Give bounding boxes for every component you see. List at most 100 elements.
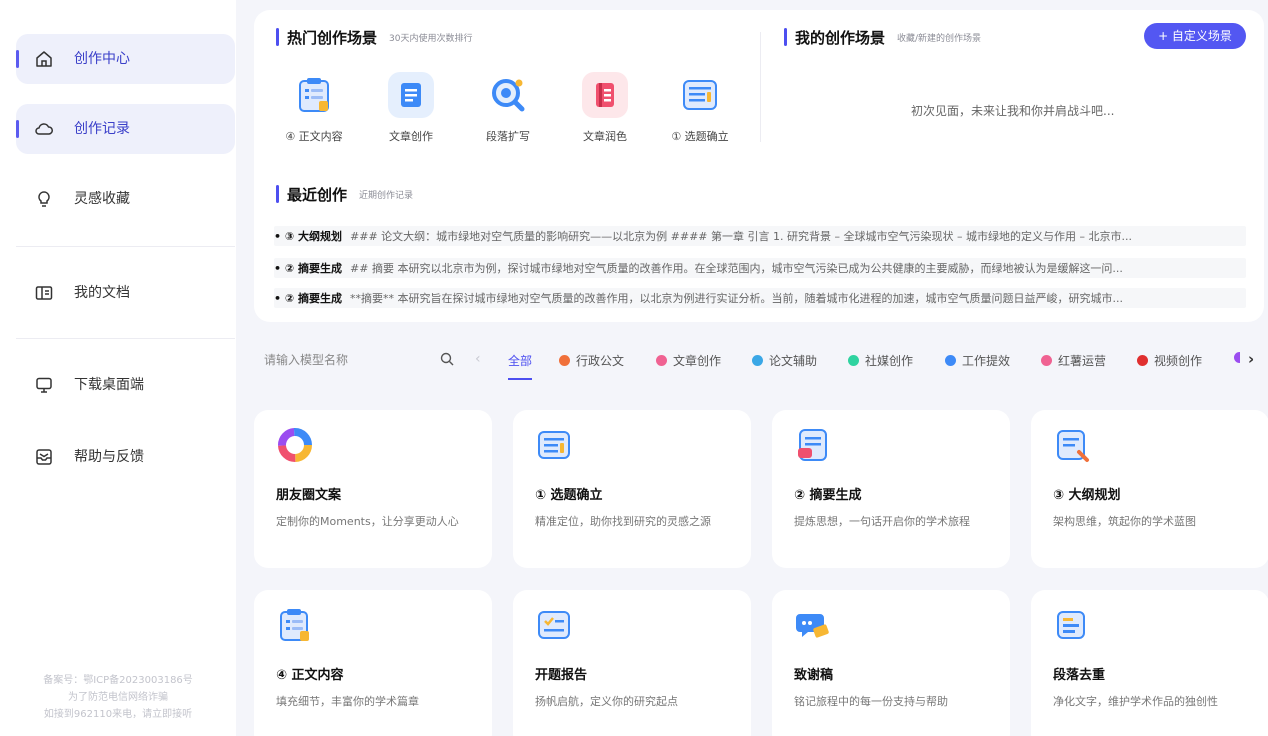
inbox-icon [36, 449, 52, 465]
card-title: ① 选题确立 [535, 488, 603, 503]
recent-item[interactable]: • ③ 大纲规划 ### 论文大纲：城市绿地对空气质量的影响研究——以北京为例 … [274, 226, 1246, 246]
sidebar-item-label: 帮助与反馈 [74, 449, 144, 465]
hot-scene-body-content[interactable]: ④ 正文内容 [274, 72, 354, 144]
hot-scene-label: ① 选题确立 [671, 130, 729, 143]
card-description: 铭记旅程中的每一份支持与帮助 [794, 695, 948, 708]
title-bar [276, 185, 279, 203]
chevron-right-icon[interactable]: › [1248, 350, 1254, 368]
divider [16, 246, 235, 247]
search-placeholder: 请输入模型名称 [264, 352, 349, 367]
outline-icon [1057, 430, 1089, 462]
section-title: 我的创作场景 [795, 28, 886, 47]
top-panel: 热门创作场景 30天内使用次数排行 ④ 正文内容 文章创作 段落扩写 文章润色 … [254, 10, 1264, 322]
hot-scene-paragraph-expand[interactable]: 段落扩写 [468, 72, 548, 144]
category-tab[interactable]: 工作提效 [945, 352, 1010, 369]
category-tab[interactable]: 视频创作 [1137, 352, 1202, 369]
card-title: ③ 大纲规划 [1053, 488, 1121, 503]
recent-tag: • ② 摘要生成 [274, 262, 343, 275]
hot-scene-label: 文章润色 [583, 130, 627, 143]
card-title: 朋友圈文案 [276, 488, 342, 503]
section-title: 热门创作场景 [287, 28, 378, 47]
section-subtitle: 收藏/新建的创作场景 [897, 33, 982, 44]
category-label: 全部 [508, 354, 533, 368]
sidebar-item-inspiration[interactable]: 灵感收藏 [16, 174, 235, 224]
icp-line: 为了防范电信网络诈骗 [68, 692, 168, 703]
recent-tag: • ② 摘要生成 [274, 292, 343, 305]
category-dot [752, 355, 763, 366]
category-dot [559, 355, 570, 366]
recent-text: ### 论文大纲：城市绿地对空气质量的影响研究——以北京为例 #### 第一章 … [350, 230, 1132, 243]
sidebar-item-my-docs[interactable]: 我的文档 [16, 268, 235, 318]
active-indicator [16, 120, 19, 138]
sidebar-item-help-feedback[interactable]: 帮助与反馈 [16, 432, 235, 482]
my-scenes-header: 我的创作场景 收藏/新建的创作场景 [784, 27, 981, 47]
category-label: 行政公文 [576, 354, 625, 368]
monitor-icon [36, 377, 52, 393]
sidebar-item-label: 我的文档 [74, 285, 130, 301]
active-indicator [16, 50, 19, 68]
sidebar-item-label: 创作记录 [74, 121, 130, 137]
document-icon [388, 72, 434, 118]
category-tab[interactable]: 社媒创作 [848, 352, 913, 369]
sidebar-item-download-desktop[interactable]: 下载桌面端 [16, 360, 235, 410]
card-description: 定制你的Moments，让分享更动人心 [276, 515, 459, 528]
scene-card[interactable]: 朋友圈文案 定制你的Moments，让分享更动人心 [254, 410, 492, 568]
report-icon [538, 611, 570, 639]
ring-icon [278, 428, 312, 462]
category-label: 论文辅助 [769, 354, 818, 368]
scene-card[interactable]: ④ 正文内容 填充细节，丰富你的学术篇章 [254, 590, 492, 736]
summary-icon [798, 429, 827, 461]
category-label: 文章创作 [673, 354, 722, 368]
scene-card[interactable]: ① 选题确立 精准定位，助你找到研究的灵感之源 [513, 410, 751, 568]
chevron-left-icon[interactable]: ‹ [475, 351, 481, 367]
card-description: 精准定位，助你找到研究的灵感之源 [535, 515, 711, 528]
category-tab[interactable]: 红薯运营 [1041, 352, 1106, 369]
card-description: 提炼思想，一句话开启你的学术旅程 [794, 515, 970, 528]
lightbulb-icon [38, 191, 50, 207]
category-label: 视频创作 [1154, 354, 1203, 368]
scene-card[interactable]: 段落去重 净化文字，维护学术作品的独创性 [1031, 590, 1268, 736]
sidebar-item-label: 灵感收藏 [74, 191, 130, 207]
recent-item[interactable]: • ② 摘要生成 **摘要** 本研究旨在探讨城市绿地对空气质量的改善作用，以北… [274, 288, 1246, 308]
section-subtitle: 近期创作记录 [359, 190, 414, 201]
book-icon [35, 286, 53, 300]
category-tab[interactable]: 论文辅助 [752, 352, 817, 369]
sidebar-item-creation-records[interactable]: 创作记录 [16, 104, 235, 154]
recent-item[interactable]: • ② 摘要生成 ## 摘要 本研究以北京市为例，探讨城市绿地对空气质量的改善作… [274, 258, 1246, 278]
book-red-icon [582, 72, 628, 118]
divider [16, 338, 235, 339]
card-description: 填充细节，丰富你的学术篇章 [276, 695, 419, 708]
recent-header: 最近创作 近期创作记录 [276, 184, 413, 204]
search-icon [440, 352, 454, 366]
sidebar-item-creation-center[interactable]: 创作中心 [16, 34, 235, 84]
category-dot [945, 355, 956, 366]
empty-message: 初次见面，未来让我和你并肩战斗吧... [911, 104, 1115, 118]
home-icon [36, 51, 52, 67]
card-title: ② 摘要生成 [794, 488, 862, 503]
hot-scenes-header: 热门创作场景 30天内使用次数排行 [276, 27, 472, 47]
cloud-icon [35, 123, 53, 135]
recent-tag: • ③ 大纲规划 [274, 230, 343, 243]
chat-icon [796, 614, 829, 638]
clipboard-icon [280, 609, 309, 641]
hot-scene-label: ④ 正文内容 [285, 130, 343, 143]
category-dot [1137, 355, 1148, 366]
category-tab[interactable]: 文章创作 [656, 352, 721, 369]
scene-card[interactable]: 致谢稿 铭记旅程中的每一份支持与帮助 [772, 590, 1010, 736]
category-tab-all[interactable]: 全部 [508, 352, 532, 369]
category-tab[interactable]: 行政公文 [559, 352, 624, 369]
hot-scene-polish[interactable]: 文章润色 [565, 72, 645, 144]
recent-text: ## 摘要 本研究以北京市为例，探讨城市绿地对空气质量的改善作用。在全球范围内，… [350, 262, 1123, 275]
scene-card[interactable]: ② 摘要生成 提炼思想，一句话开启你的学术旅程 [772, 410, 1010, 568]
scene-card[interactable]: 开题报告 扬帆启航，定义你的研究起点 [513, 590, 751, 736]
icp-line: 备案号：鄂ICP备2023003186号 [43, 675, 193, 686]
title-bar [784, 28, 787, 46]
custom-scene-button[interactable]: + 自定义场景 [1144, 23, 1246, 49]
hot-scene-article-creation[interactable]: 文章创作 [371, 72, 451, 144]
scene-card[interactable]: ③ 大纲规划 架构思维，筑起你的学术蓝图 [1031, 410, 1268, 568]
card-description: 扬帆启航，定义你的研究起点 [535, 695, 678, 708]
model-search-input[interactable]: 请输入模型名称 [254, 342, 464, 376]
card-title: 开题报告 [535, 668, 588, 683]
hot-scene-topic-selection[interactable]: ① 选题确立 [660, 72, 740, 144]
hot-scene-label: 文章创作 [389, 130, 433, 143]
